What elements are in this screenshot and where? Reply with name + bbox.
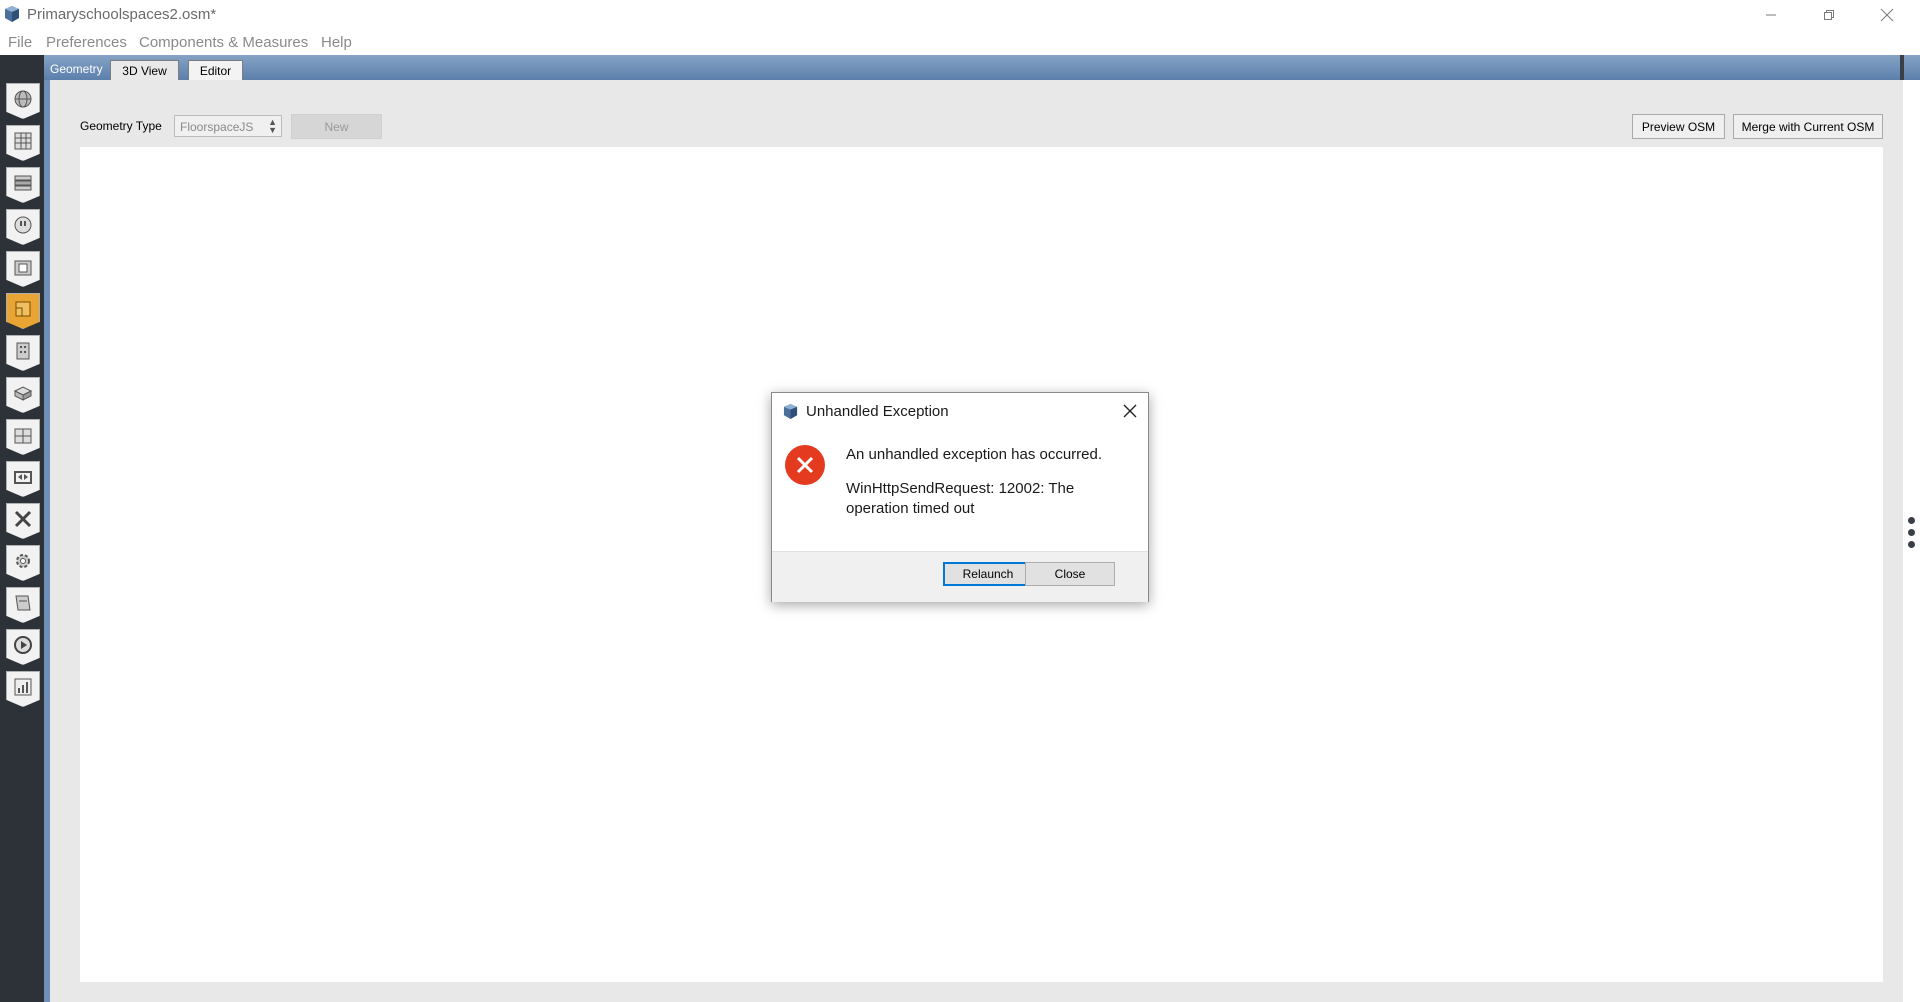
tab-editor-label: Editor — [199, 63, 232, 78]
tool-measures[interactable] — [6, 545, 40, 581]
menu-file[interactable]: File — [8, 34, 32, 51]
restore-icon — [1824, 10, 1834, 20]
error-cross-glyph — [796, 456, 814, 474]
select-arrows-icon: ▲ ▼ — [268, 117, 277, 135]
menu-preferences[interactable]: Preferences — [46, 34, 127, 51]
panel-left-border — [44, 80, 50, 1002]
site-icon — [14, 90, 32, 108]
facility-icon — [16, 342, 30, 360]
measures-icon — [16, 554, 30, 568]
tool-thermal-zones[interactable] — [6, 419, 40, 455]
tool-space-types[interactable] — [6, 251, 40, 287]
dialog-detail: WinHttpSendRequest: 12002: The operation… — [846, 480, 1075, 517]
tool-loads[interactable] — [6, 209, 40, 245]
run-simulation-icon — [14, 636, 32, 654]
minimize-icon — [1766, 14, 1776, 16]
tab-3d-view[interactable]: 3D View — [110, 60, 179, 80]
dialog-message: An unhandled exception has occurred. — [846, 446, 1103, 463]
loads-icon — [14, 216, 32, 234]
building-summary-icon — [14, 510, 32, 528]
tool-simulation-settings[interactable] — [6, 587, 40, 623]
dialog-title: Unhandled Exception — [806, 403, 949, 420]
title-bar: Primaryschoolspaces2.osm* — [0, 0, 1920, 30]
tool-schedules[interactable] — [6, 125, 40, 161]
preview-osm-button[interactable]: Preview OSM — [1632, 114, 1725, 139]
unhandled-exception-dialog: Unhandled Exception An unhandled excepti… — [771, 392, 1149, 602]
geometry-type-label: Geometry Type — [80, 119, 162, 133]
splitter-handle-dot[interactable] — [1908, 541, 1915, 548]
hvac-systems-icon — [14, 471, 32, 484]
minimize-button[interactable] — [1742, 0, 1800, 30]
tool-facility[interactable] — [6, 335, 40, 371]
tab-editor[interactable]: Editor — [188, 60, 243, 80]
tab-strip — [44, 55, 1920, 80]
close-icon — [1123, 404, 1137, 418]
tool-constructions[interactable] — [6, 167, 40, 203]
merge-with-current-osm-button[interactable]: Merge with Current OSM — [1733, 114, 1883, 139]
menu-components-measures[interactable]: Components & Measures — [139, 34, 308, 51]
tool-results-summary[interactable] — [6, 671, 40, 707]
geometry-type-value: FloorspaceJS — [180, 120, 254, 134]
openstudio-cube-icon — [5, 6, 19, 22]
restore-button[interactable] — [1800, 0, 1858, 30]
thermal-zones-icon — [14, 428, 32, 444]
dialog-button-bar: Relaunch Close — [772, 551, 1148, 602]
dialog-close-button[interactable] — [1118, 399, 1142, 423]
close-button[interactable]: Close — [1025, 562, 1115, 586]
schedules-icon — [14, 132, 32, 150]
window-title: Primaryschoolspaces2.osm* — [27, 6, 217, 23]
constructions-icon — [14, 175, 32, 191]
left-toolbar — [0, 55, 44, 1002]
error-icon — [785, 445, 825, 485]
tool-site[interactable] — [6, 83, 40, 119]
tab-3d-view-label: 3D View — [122, 63, 167, 78]
menu-bar: File Preferences Components & Measures H… — [0, 30, 1920, 55]
results-summary-icon — [14, 678, 32, 696]
new-button[interactable]: New — [291, 114, 382, 139]
tool-spaces[interactable] — [6, 377, 40, 413]
relaunch-button[interactable]: Relaunch — [943, 562, 1033, 586]
menu-help[interactable]: Help — [321, 34, 352, 51]
tool-run-simulation[interactable] — [6, 629, 40, 665]
spaces-icon — [13, 386, 33, 401]
simulation-settings-icon — [15, 595, 31, 611]
geometry-icon — [15, 301, 31, 317]
openstudio-cube-icon — [783, 404, 798, 419]
window-close-button[interactable] — [1858, 0, 1916, 30]
geometry-type-select[interactable]: FloorspaceJS ▲ ▼ — [174, 115, 282, 137]
space-types-icon — [14, 260, 32, 276]
close-icon — [1880, 8, 1894, 22]
geometry-section-label: Geometry — [50, 62, 103, 76]
splitter-handle-dot[interactable] — [1908, 517, 1915, 524]
splitter-handle-dot[interactable] — [1908, 529, 1915, 536]
tool-geometry[interactable] — [6, 293, 40, 329]
tool-hvac-systems[interactable] — [6, 461, 40, 497]
tool-building-summary[interactable] — [6, 503, 40, 539]
